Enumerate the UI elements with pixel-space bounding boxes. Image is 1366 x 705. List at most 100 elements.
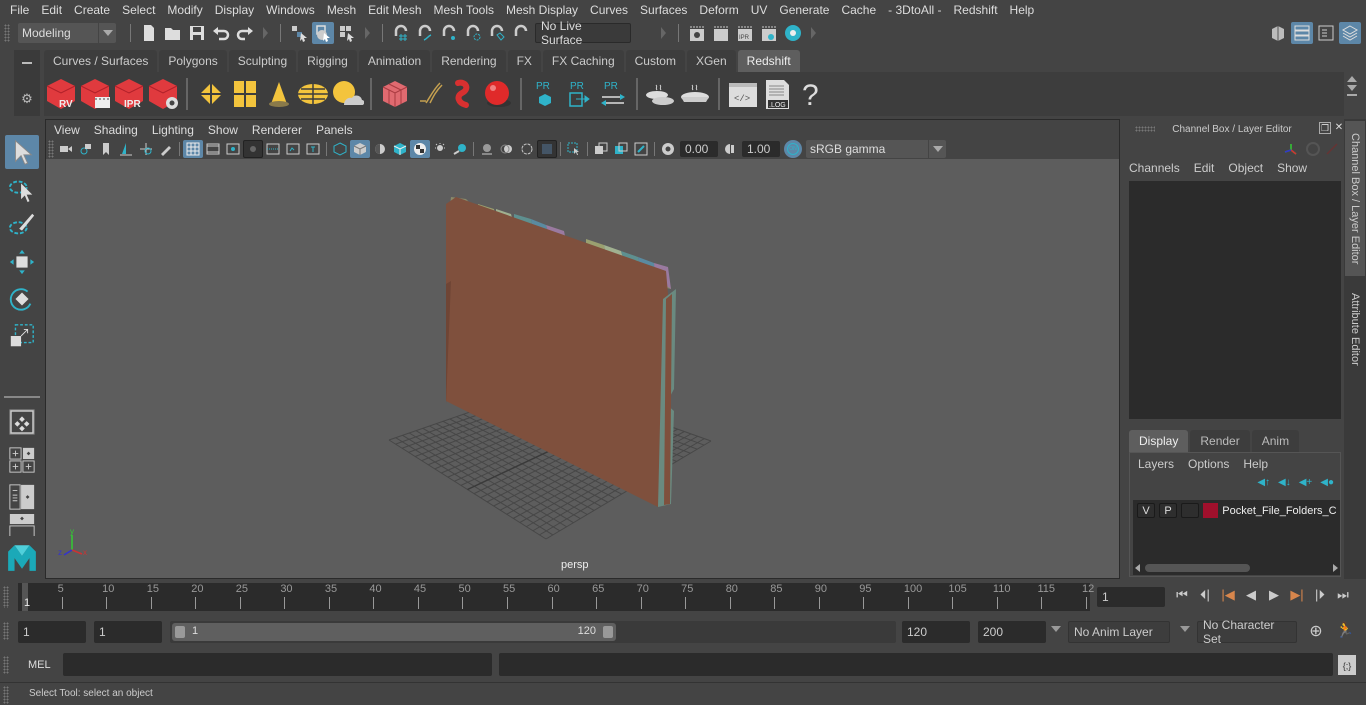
- default-material-toggle[interactable]: [370, 140, 390, 158]
- single-perspective-layout[interactable]: [5, 405, 39, 439]
- redshift-bake-set-button[interactable]: [678, 75, 712, 113]
- side-tab-channel-box[interactable]: Channel Box / Layer Editor: [1345, 121, 1365, 276]
- shelf-tab-custom[interactable]: Custom: [625, 50, 685, 72]
- redshift-script-editor-button[interactable]: </>: [726, 75, 760, 113]
- chevron-down-icon[interactable]: [1051, 626, 1061, 632]
- modeling-toolkit-button[interactable]: [1267, 22, 1289, 44]
- grip-handle[interactable]: [4, 24, 10, 42]
- exposure-button[interactable]: [658, 140, 678, 158]
- channel-box-toggle[interactable]: [1339, 22, 1361, 44]
- step-forward-key-button[interactable]: ▶|: [1287, 587, 1307, 603]
- viewport-menu-panels[interactable]: Panels: [309, 123, 360, 137]
- field-chart-toggle[interactable]: [263, 140, 283, 158]
- live-surface-field[interactable]: No Live Surface: [535, 19, 631, 47]
- menu-generate[interactable]: Generate: [773, 3, 835, 17]
- new-layer-selected-icon[interactable]: ◀●: [1320, 477, 1334, 488]
- textured-toggle[interactable]: [410, 140, 430, 158]
- grid-toggle[interactable]: [183, 140, 203, 158]
- collapse-arrow[interactable]: [661, 27, 666, 39]
- attribute-editor-toggle[interactable]: [1291, 22, 1313, 44]
- menu-mesh-tools[interactable]: Mesh Tools: [428, 3, 500, 17]
- redshift-render-view-button[interactable]: RV: [44, 75, 78, 113]
- menu-cache[interactable]: Cache: [835, 3, 882, 17]
- menu-windows[interactable]: Windows: [260, 3, 321, 17]
- safe-action-toggle[interactable]: [283, 140, 303, 158]
- redshift-dome-light-button[interactable]: [296, 75, 330, 113]
- redshift-log-button[interactable]: .LOG: [760, 75, 794, 113]
- 2d-pan-zoom-button[interactable]: [136, 140, 156, 158]
- collapse-arrow[interactable]: [263, 27, 268, 39]
- redshift-proxy-button[interactable]: [378, 75, 412, 113]
- menu-modify[interactable]: Modify: [161, 3, 208, 17]
- snap-surface-button[interactable]: [486, 22, 508, 44]
- menu-redshift[interactable]: Redshift: [948, 3, 1004, 17]
- xray-toggle[interactable]: [591, 140, 611, 158]
- depth-of-field-toggle[interactable]: [537, 140, 557, 158]
- menu-display[interactable]: Display: [209, 3, 260, 17]
- shelf-tab-curves-surfaces[interactable]: Curves / Surfaces: [44, 50, 158, 72]
- layer-tab-display[interactable]: Display: [1129, 430, 1189, 452]
- step-back-key-button[interactable]: |◀: [1218, 587, 1238, 603]
- layer-color-swatch[interactable]: [1203, 503, 1219, 518]
- xray-joints-toggle[interactable]: [631, 140, 651, 158]
- 3d-scene[interactable]: y x z persp: [46, 159, 1119, 578]
- gate-mask-toggle[interactable]: [243, 140, 263, 158]
- workspace-dropdown[interactable]: Modeling: [18, 23, 116, 43]
- menu-deform[interactable]: Deform: [693, 3, 744, 17]
- layer-menu-layers[interactable]: Layers: [1138, 457, 1174, 471]
- select-component-button[interactable]: [336, 22, 358, 44]
- layer-menu-help[interactable]: Help: [1243, 457, 1268, 471]
- menu-file[interactable]: File: [0, 3, 35, 17]
- menu-surfaces[interactable]: Surfaces: [634, 3, 693, 17]
- range-slider[interactable]: 1 120: [170, 621, 896, 643]
- gear-icon[interactable]: ⚙: [20, 92, 34, 106]
- float-icon[interactable]: ❐: [1319, 122, 1331, 134]
- snap-view-plane-button[interactable]: [462, 22, 484, 44]
- camera-attributes-button[interactable]: [76, 140, 96, 158]
- move-layer-up-icon[interactable]: ◀↑: [1257, 477, 1270, 488]
- redshift-settings-button[interactable]: [146, 75, 180, 113]
- step-back-frame-button[interactable]: ⏴|: [1195, 587, 1215, 603]
- menu-edit-mesh[interactable]: Edit Mesh: [362, 3, 427, 17]
- select-object-button[interactable]: [312, 22, 334, 44]
- ipr-render-button[interactable]: IPR: [734, 22, 756, 44]
- smooth-shade-toggle[interactable]: [350, 140, 370, 158]
- menu-mesh[interactable]: Mesh: [321, 3, 362, 17]
- layer-menu-options[interactable]: Options: [1188, 457, 1229, 471]
- layer-display-type-toggle[interactable]: [1181, 503, 1200, 518]
- redshift-help-button[interactable]: ?: [794, 75, 828, 113]
- shelf-tab-rendering[interactable]: Rendering: [432, 50, 506, 72]
- shelf-tab-fx[interactable]: FX: [507, 50, 541, 72]
- animation-start-field[interactable]: 1: [18, 621, 86, 643]
- grip-handle[interactable]: [3, 622, 9, 640]
- viewport-menu-renderer[interactable]: Renderer: [245, 123, 309, 137]
- anim-prefs-icon[interactable]: 🏃: [1334, 621, 1356, 641]
- range-end-handle[interactable]: [603, 626, 613, 638]
- wireframe-on-shaded-toggle[interactable]: [390, 140, 410, 158]
- menu-uv[interactable]: UV: [745, 3, 774, 17]
- isolate-select-toggle[interactable]: [564, 140, 584, 158]
- script-editor-icon[interactable]: {;}: [1338, 655, 1356, 675]
- scroll-left-icon[interactable]: [1135, 564, 1140, 572]
- motion-blur-toggle[interactable]: [497, 140, 517, 158]
- make-live-button[interactable]: [510, 22, 532, 44]
- redshift-portal-light-button[interactable]: [228, 75, 262, 113]
- layer-visibility-toggle[interactable]: V: [1137, 503, 1156, 518]
- shelf-tab-animation[interactable]: Animation: [358, 50, 431, 72]
- layer-playback-toggle[interactable]: P: [1159, 503, 1178, 518]
- film-gate-toggle[interactable]: [203, 140, 223, 158]
- play-forwards-button[interactable]: ▶: [1264, 587, 1284, 603]
- render-settings-button[interactable]: [758, 22, 780, 44]
- playback-end-field[interactable]: 120: [902, 621, 970, 643]
- persp-graph-layout[interactable]: [5, 514, 39, 536]
- redshift-hair-button[interactable]: [446, 75, 480, 113]
- save-scene-button[interactable]: [186, 22, 208, 44]
- redshift-area-light-button[interactable]: [194, 75, 228, 113]
- animation-end-field[interactable]: 200: [978, 621, 1046, 643]
- collapse-arrow[interactable]: [365, 27, 370, 39]
- scroll-down-icon[interactable]: [1347, 85, 1357, 91]
- redo-button[interactable]: [234, 22, 256, 44]
- anim-layer-dropdown[interactable]: No Anim Layer: [1068, 621, 1170, 643]
- viewport-menu-show[interactable]: Show: [201, 123, 245, 137]
- open-scene-button[interactable]: [162, 22, 184, 44]
